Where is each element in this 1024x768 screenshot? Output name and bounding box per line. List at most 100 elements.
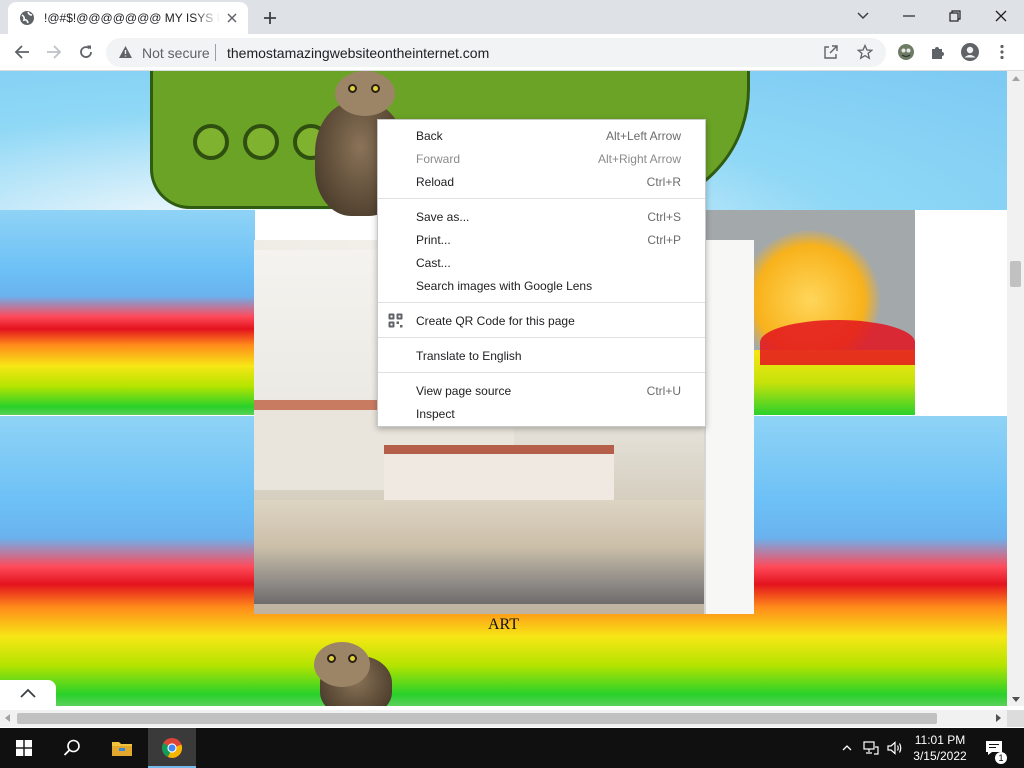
menu-item-search-images-with-google-lens[interactable]: Search images with Google Lens	[378, 274, 705, 297]
search-icon	[63, 739, 80, 756]
menu-item-shortcut: Alt+Right Arrow	[597, 151, 681, 166]
vertical-scrollbar[interactable]	[1007, 71, 1024, 706]
omnibox-divider	[215, 44, 216, 61]
bookmark-star-icon[interactable]	[856, 43, 874, 65]
scroll-up-arrow-icon[interactable]	[1012, 76, 1020, 81]
start-button[interactable]	[0, 728, 48, 768]
folder-icon	[112, 742, 132, 756]
scroll-down-arrow-icon[interactable]	[1012, 697, 1020, 702]
scrollbar-corner	[1007, 710, 1024, 727]
menu-item-label: Save as...	[416, 209, 470, 224]
minimize-icon	[903, 15, 915, 17]
menu-item-label: View page source	[416, 383, 512, 398]
horizontal-scrollbar[interactable]	[0, 710, 1007, 727]
address-bar[interactable]: Not secure themostamazingwebsiteontheint…	[106, 38, 886, 67]
horizontal-scroll-thumb[interactable]	[17, 713, 937, 724]
plus-icon	[264, 12, 276, 24]
menu-item-label: Inspect	[416, 406, 455, 421]
volume-button[interactable]	[884, 728, 906, 768]
scroll-right-arrow-icon[interactable]	[996, 714, 1001, 722]
menu-item-label: Print...	[416, 232, 451, 247]
arrow-left-icon	[14, 45, 29, 59]
menu-item-save-as[interactable]: Save as... Ctrl+S	[378, 205, 705, 228]
chrome-menu-button[interactable]	[988, 38, 1016, 66]
art-caption: ART	[488, 616, 520, 633]
reload-button[interactable]	[72, 38, 100, 66]
tab-close-icon[interactable]	[224, 10, 240, 26]
menu-item-label: Reload	[416, 174, 455, 189]
menu-item-shortcut: Ctrl+S	[647, 209, 681, 224]
network-button[interactable]	[860, 728, 882, 768]
warning-icon[interactable]	[118, 45, 133, 64]
menu-item-label: Translate to English	[416, 348, 522, 363]
globe-icon	[19, 10, 35, 26]
forward-button[interactable]	[40, 38, 68, 66]
rainbow-image-left	[0, 210, 255, 415]
restore-icon	[949, 10, 961, 22]
speaker-icon	[887, 741, 902, 755]
tab-title: !@#$!@@@@@@@ MY ISYS PROJECT	[44, 11, 220, 25]
chevron-up-icon	[842, 745, 852, 751]
menu-item-label: Cast...	[416, 255, 451, 270]
scroll-left-arrow-icon[interactable]	[5, 714, 10, 722]
menu-item-shortcut: Alt+Left Arrow	[605, 128, 681, 143]
search-button[interactable]	[48, 728, 96, 768]
tab-search-button[interactable]	[849, 2, 877, 30]
new-tab-button[interactable]	[258, 6, 282, 30]
menu-item-shortcut: Ctrl+R	[646, 174, 681, 189]
menu-item-shortcut: Ctrl+U	[646, 383, 681, 398]
menu-separator	[378, 302, 705, 303]
menu-item-label: Create QR Code for this page	[416, 313, 575, 328]
menu-item-forward[interactable]: Forward Alt+Right Arrow	[378, 147, 705, 170]
back-button[interactable]	[8, 38, 36, 66]
menu-item-create-qr-code-for-this-page[interactable]: Create QR Code for this page	[378, 309, 705, 332]
close-window-button[interactable]	[987, 2, 1015, 30]
tab-strip: !@#$!@@@@@@@ MY ISYS PROJECT	[0, 0, 1024, 34]
chrome-taskbar-button[interactable]	[148, 728, 196, 768]
chevron-down-icon	[857, 12, 869, 20]
notification-count-badge: 1	[995, 752, 1007, 764]
menu-item-back[interactable]: Back Alt+Left Arrow	[378, 124, 705, 147]
kebab-menu-icon	[1000, 44, 1004, 60]
extension-avatar-icon	[898, 44, 914, 60]
security-status[interactable]: Not secure	[142, 45, 210, 61]
clock-date: 3/15/2022	[913, 749, 967, 763]
menu-item-label: Back	[416, 128, 443, 143]
browser-tab[interactable]: !@#$!@@@@@@@ MY ISYS PROJECT	[8, 2, 248, 34]
extension-button[interactable]	[892, 38, 920, 66]
menu-item-print[interactable]: Print... Ctrl+P	[378, 228, 705, 251]
menu-item-cast[interactable]: Cast...	[378, 251, 705, 274]
show-hidden-icons-button[interactable]	[838, 728, 856, 768]
profile-button[interactable]	[956, 38, 984, 66]
menu-item-view-page-source[interactable]: View page source Ctrl+U	[378, 379, 705, 402]
share-icon[interactable]	[823, 44, 839, 65]
extensions-menu-button[interactable]	[924, 38, 952, 66]
screen: !@#$!@@@@@@@ MY ISYS PROJECT	[0, 0, 1024, 768]
qr-code-icon	[388, 313, 403, 333]
close-icon	[995, 10, 1007, 22]
menu-item-reload[interactable]: Reload Ctrl+R	[378, 170, 705, 193]
chevron-up-icon	[20, 688, 36, 698]
browser-toolbar: Not secure themostamazingwebsiteontheint…	[0, 34, 1024, 71]
puzzle-icon	[932, 47, 944, 59]
cat-image-bottom	[310, 636, 395, 706]
blank-image-area	[915, 210, 1007, 415]
menu-item-inspect[interactable]: Inspect	[378, 402, 705, 425]
menu-separator	[378, 198, 705, 199]
windows-taskbar: 11:01 PM 3/15/2022 1	[0, 728, 1024, 768]
vertical-scroll-thumb[interactable]	[1010, 261, 1021, 287]
windows-logo-icon	[16, 740, 32, 756]
menu-item-label: Search images with Google Lens	[416, 278, 593, 293]
menu-item-shortcut: Ctrl+P	[647, 232, 681, 247]
arrow-right-icon	[47, 45, 62, 59]
menu-item-translate-to-english[interactable]: Translate to English	[378, 344, 705, 367]
file-explorer-button[interactable]	[98, 728, 146, 768]
minimize-button[interactable]	[895, 2, 923, 30]
clock[interactable]: 11:01 PM 3/15/2022	[907, 732, 973, 764]
network-icon	[863, 741, 879, 755]
clock-time: 11:01 PM	[914, 733, 966, 747]
url-text[interactable]: themostamazingwebsiteontheinternet.com	[227, 45, 489, 61]
menu-separator	[378, 372, 705, 373]
restore-button[interactable]	[941, 2, 969, 30]
scroll-to-top-button[interactable]	[0, 680, 56, 706]
